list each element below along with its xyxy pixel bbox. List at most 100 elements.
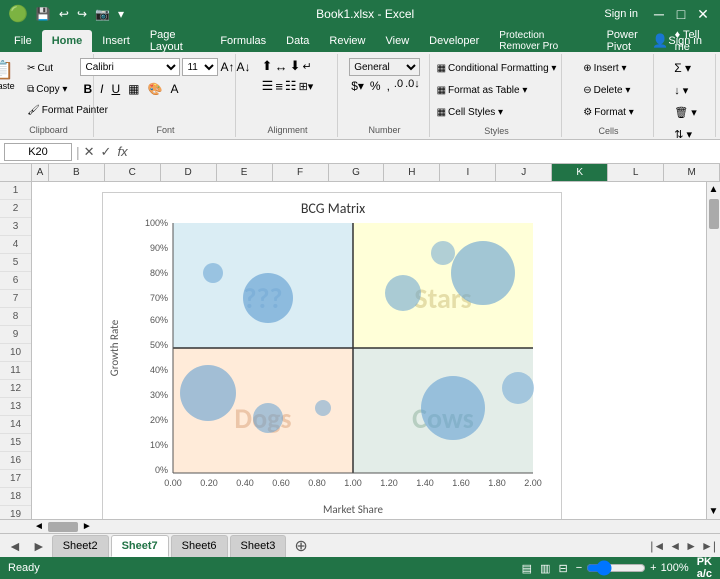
tab-page-layout[interactable]: Page Layout	[140, 30, 211, 52]
bold-btn[interactable]: B	[80, 81, 95, 97]
row-4[interactable]: 4	[0, 236, 31, 254]
dropdown-qa-btn[interactable]: ▾	[116, 5, 126, 23]
hscroll-thumb[interactable]	[48, 522, 78, 532]
zoom-in-btn[interactable]: +	[650, 562, 656, 574]
restore-btn[interactable]: □	[672, 5, 690, 23]
align-left-btn[interactable]: ☰	[262, 78, 274, 94]
currency-btn[interactable]: $▾	[349, 78, 366, 94]
sheet-tab-sheet2[interactable]: Sheet2	[52, 535, 109, 557]
tab-signin[interactable]: 👤 Sign in	[642, 30, 712, 52]
row-16[interactable]: 16	[0, 452, 31, 470]
minimize-btn[interactable]: ─	[650, 5, 668, 23]
col-header-i[interactable]: I	[440, 164, 496, 181]
tab-developer[interactable]: Developer	[419, 30, 489, 52]
camera-qa-btn[interactable]: 📷	[93, 5, 112, 23]
redo-qa-btn[interactable]: ↪	[75, 5, 89, 23]
col-header-e[interactable]: E	[217, 164, 273, 181]
italic-btn[interactable]: I	[97, 81, 106, 97]
delete-btn[interactable]: ⊖ Delete ▾	[579, 80, 637, 100]
border-btn[interactable]: ▦	[125, 81, 142, 97]
row-14[interactable]: 14	[0, 416, 31, 434]
increase-font-btn[interactable]: A↑	[220, 60, 234, 74]
align-middle-btn[interactable]: ↔	[275, 59, 288, 74]
fill-btn[interactable]: ↓ ▾	[670, 80, 692, 100]
close-btn[interactable]: ✕	[694, 5, 712, 23]
sheet-tab-prev-btn[interactable]: ◄	[4, 536, 26, 556]
row-2[interactable]: 2	[0, 200, 31, 218]
page-first-btn[interactable]: |◄	[650, 539, 665, 553]
tab-review[interactable]: Review	[319, 30, 375, 52]
percent-btn[interactable]: %	[368, 78, 383, 94]
underline-btn[interactable]: U	[109, 81, 124, 97]
horizontal-scrollbar[interactable]: ◄ ►	[32, 520, 720, 533]
scroll-right-btn[interactable]: ►	[80, 521, 94, 532]
col-header-c[interactable]: C	[105, 164, 161, 181]
align-center-btn[interactable]: ≡	[275, 79, 283, 94]
insert-btn[interactable]: ⊕ Insert ▾	[579, 58, 637, 78]
bcg-chart-container[interactable]: BCG Matrix Growth Rate Market Share	[102, 192, 562, 519]
view-normal-btn[interactable]: ▤	[522, 562, 532, 575]
scroll-thumb[interactable]	[709, 199, 719, 229]
row-10[interactable]: 10	[0, 344, 31, 362]
col-header-j[interactable]: J	[496, 164, 552, 181]
formula-input[interactable]	[132, 143, 716, 161]
add-sheet-btn[interactable]: ⊕	[288, 536, 313, 556]
tab-home[interactable]: Home	[42, 30, 93, 52]
font-name-select[interactable]: Calibri	[80, 58, 180, 76]
tab-file[interactable]: File	[4, 30, 42, 52]
tab-data[interactable]: Data	[276, 30, 319, 52]
sheet-tab-sheet7[interactable]: Sheet7	[111, 535, 169, 557]
scroll-up-btn[interactable]: ▲	[707, 182, 720, 197]
scroll-left-btn[interactable]: ◄	[32, 521, 46, 532]
row-1[interactable]: 1	[0, 182, 31, 200]
zoom-out-btn[interactable]: −	[576, 562, 582, 574]
scroll-track[interactable]	[707, 197, 720, 504]
row-11[interactable]: 11	[0, 362, 31, 380]
sheet-tab-next-btn[interactable]: ►	[28, 536, 50, 556]
row-18[interactable]: 18	[0, 488, 31, 506]
row-12[interactable]: 12	[0, 380, 31, 398]
align-bottom-btn[interactable]: ⬇	[290, 58, 301, 74]
view-page-break-btn[interactable]: ⊟	[558, 562, 567, 575]
page-prev-btn[interactable]: ◄	[669, 539, 681, 553]
row-6[interactable]: 6	[0, 272, 31, 290]
format-btn[interactable]: ⚙ Format ▾	[579, 102, 637, 122]
row-13[interactable]: 13	[0, 398, 31, 416]
cancel-formula-btn[interactable]: ✕	[84, 144, 95, 160]
row-8[interactable]: 8	[0, 308, 31, 326]
col-header-g[interactable]: G	[329, 164, 385, 181]
col-header-d[interactable]: D	[161, 164, 217, 181]
row-5[interactable]: 5	[0, 254, 31, 272]
col-header-h[interactable]: H	[384, 164, 440, 181]
col-header-l[interactable]: L	[608, 164, 664, 181]
undo-qa-btn[interactable]: ↩	[57, 5, 71, 23]
row-3[interactable]: 3	[0, 218, 31, 236]
page-last-btn[interactable]: ►|	[701, 539, 716, 553]
autosum-btn[interactable]: Σ ▾	[670, 58, 695, 78]
align-top-btn[interactable]: ⬆	[262, 58, 273, 74]
cell-reference-input[interactable]: K20	[4, 143, 72, 161]
row-19[interactable]: 19	[0, 506, 31, 519]
tab-formulas[interactable]: Formulas	[210, 30, 276, 52]
merge-btn[interactable]: ⊞▾	[299, 80, 314, 93]
confirm-formula-btn[interactable]: ✓	[101, 144, 112, 160]
page-next-btn[interactable]: ►	[685, 539, 697, 553]
comma-btn[interactable]: ,	[385, 78, 392, 94]
paste-btn[interactable]: 📋 Paste	[0, 58, 21, 94]
row-9[interactable]: 9	[0, 326, 31, 344]
col-header-f[interactable]: F	[273, 164, 329, 181]
row-7[interactable]: 7	[0, 290, 31, 308]
insert-function-btn[interactable]: fx	[117, 144, 127, 160]
tab-insert[interactable]: Insert	[92, 30, 140, 52]
col-header-b[interactable]: B	[49, 164, 105, 181]
col-header-a[interactable]: A	[32, 164, 49, 181]
signin-btn[interactable]: Sign in	[604, 8, 638, 20]
wrap-text-btn[interactable]: ↵	[302, 60, 311, 73]
row-17[interactable]: 17	[0, 470, 31, 488]
zoom-slider[interactable]	[586, 560, 646, 576]
conditional-formatting-btn[interactable]: ▦ Conditional Formatting ▾	[433, 58, 561, 78]
fill-color-btn[interactable]: 🎨	[145, 81, 166, 97]
sheet-tab-sheet3[interactable]: Sheet3	[230, 535, 287, 557]
save-qa-btn[interactable]: 💾	[34, 5, 53, 23]
increase-decimal-btn[interactable]: .0	[394, 78, 403, 94]
